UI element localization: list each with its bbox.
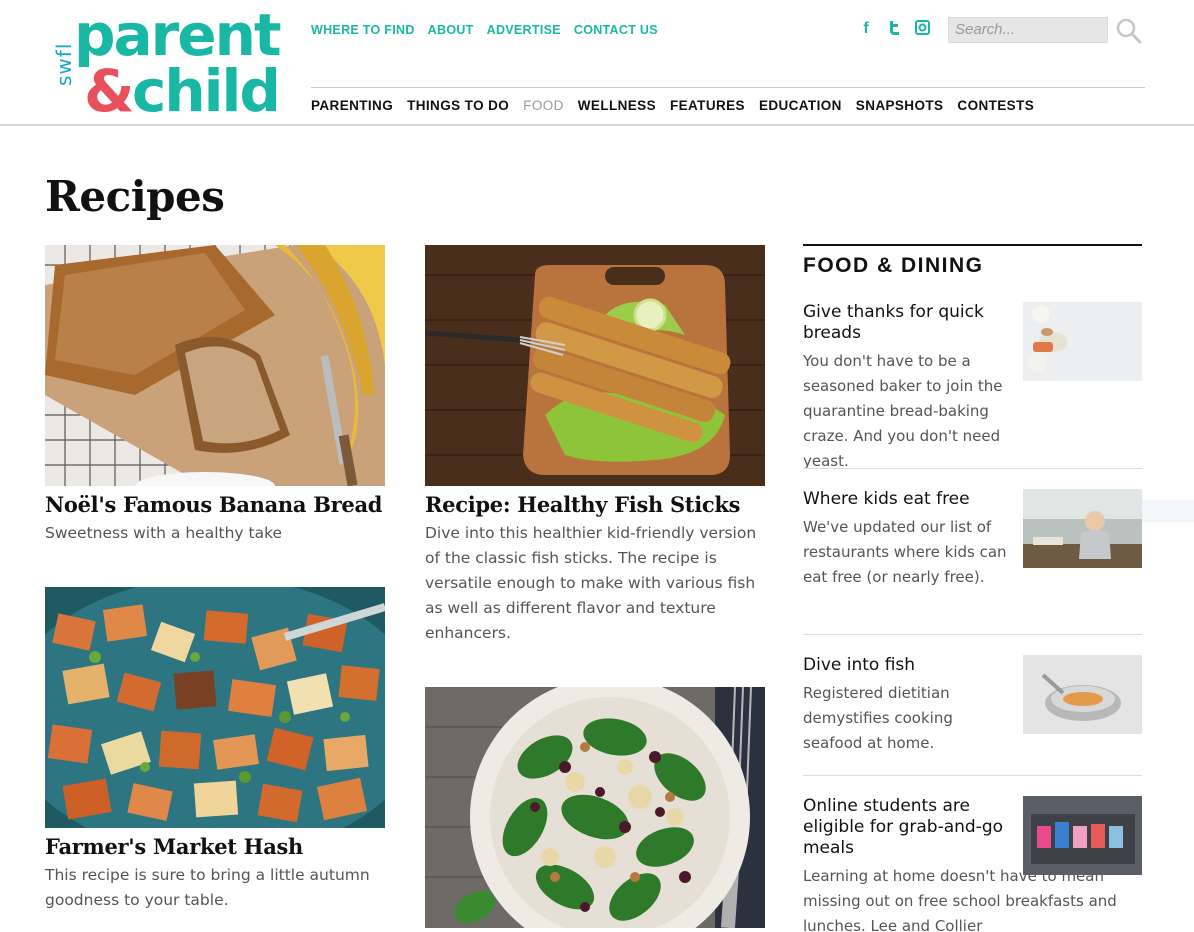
sidebar-top-rule xyxy=(803,244,1142,246)
main-nav-food[interactable]: FOOD xyxy=(523,98,564,113)
top-nav-about[interactable]: ABOUT xyxy=(428,23,474,37)
sidebar-item-title[interactable]: Where kids eat free xyxy=(803,489,1013,510)
recipe-title[interactable]: Recipe: Healthy Fish Sticks xyxy=(425,492,765,517)
main-nav-contests[interactable]: CONTESTS xyxy=(957,98,1034,113)
banana-bread-image[interactable] xyxy=(45,245,385,486)
spinach-salad-image[interactable] xyxy=(425,687,765,928)
floating-tab xyxy=(1142,500,1194,522)
recipe-card[interactable]: Recipe: Healthy Fish Sticks Dive into th… xyxy=(425,245,765,646)
recipe-title[interactable]: Noël's Famous Banana Bread xyxy=(45,492,385,517)
logo-word-child: child xyxy=(132,57,281,125)
logo-word-parent: parent xyxy=(74,1,282,69)
main-nav-education[interactable]: EDUCATION xyxy=(759,98,842,113)
logo-ampersand: & xyxy=(84,57,135,125)
top-nav-contact-us[interactable]: CONTACT US xyxy=(574,23,658,37)
sidebar-item[interactable]: Give thanks for quick breads You don't h… xyxy=(803,302,1142,474)
main-nav-snapshots[interactable]: SNAPSHOTS xyxy=(856,98,944,113)
farmers-market-hash-image[interactable] xyxy=(45,587,385,828)
grab-and-go-meals-thumbnail[interactable] xyxy=(1023,796,1142,875)
sidebar-item[interactable]: Online students are eligible for grab-an… xyxy=(803,796,1142,932)
sidebar-item-title[interactable]: Give thanks for quick breads xyxy=(803,302,1013,344)
sidebar-item[interactable]: Dive into fish Registered dietitian demy… xyxy=(803,655,1142,756)
sidebar-item-description: Registered dietitian demystifies cooking… xyxy=(803,684,953,752)
sidebar-item-title[interactable]: Online students are eligible for grab-an… xyxy=(803,796,1013,859)
twitter-icon[interactable] xyxy=(886,20,902,38)
logo-prefix: swfl xyxy=(52,42,76,86)
sidebar-divider xyxy=(803,775,1142,776)
recipe-card[interactable]: Farmer's Market Hash This recipe is sure… xyxy=(45,587,385,913)
facebook-icon[interactable]: f xyxy=(858,20,874,38)
sidebar-divider xyxy=(803,634,1142,635)
site-logo[interactable]: swfl parent & child xyxy=(48,6,288,125)
main-nav-wellness[interactable]: WELLNESS xyxy=(578,98,656,113)
sidebar-item-title[interactable]: Dive into fish xyxy=(803,655,1013,676)
sidebar-item-description: You don't have to be a seasoned baker to… xyxy=(803,352,1003,470)
main-nav-features[interactable]: FEATURES xyxy=(670,98,745,113)
sidebar-divider xyxy=(803,468,1142,469)
social-links: f xyxy=(858,20,930,38)
baking-ingredients-thumbnail[interactable] xyxy=(1023,302,1142,381)
food-dining-sidebar: FOOD & DINING Give thanks for quick brea… xyxy=(803,244,1142,932)
site-header: swfl parent & child WHERE TO FIND ABOUT … xyxy=(0,0,1194,126)
nav-divider xyxy=(311,87,1145,88)
top-nav-advertise[interactable]: ADVERTISE xyxy=(487,23,561,37)
sidebar-heading: FOOD & DINING xyxy=(803,254,984,277)
page-title: Recipes xyxy=(45,172,225,221)
recipe-description: Dive into this healthier kid-friendly ve… xyxy=(425,524,757,643)
recipe-description: Sweetness with a healthy take xyxy=(45,524,283,543)
main-nav-things-to-do[interactable]: THINGS TO DO xyxy=(407,98,509,113)
recipe-title[interactable]: Farmer's Market Hash xyxy=(45,834,385,859)
kid-at-restaurant-thumbnail[interactable] xyxy=(1023,489,1142,568)
fish-sticks-image[interactable] xyxy=(425,245,765,486)
recipe-card[interactable]: Noël's Famous Banana Bread Sweetness wit… xyxy=(45,245,385,546)
main-nav-parenting[interactable]: PARENTING xyxy=(311,98,393,113)
search-input[interactable]: Search... xyxy=(948,17,1108,43)
instagram-icon[interactable] xyxy=(914,20,930,38)
recipe-card[interactable] xyxy=(425,687,765,928)
search-icon[interactable] xyxy=(1116,18,1142,44)
sidebar-item[interactable]: Where kids eat free We've updated our li… xyxy=(803,489,1142,590)
top-nav: WHERE TO FIND ABOUT ADVERTISE CONTACT US xyxy=(311,23,658,37)
fish-pan-thumbnail[interactable] xyxy=(1023,655,1142,734)
main-nav: PARENTING THINGS TO DO FOOD WELLNESS FEA… xyxy=(311,98,1034,113)
top-nav-where-to-find[interactable]: WHERE TO FIND xyxy=(311,23,415,37)
recipe-description: This recipe is sure to bring a little au… xyxy=(45,866,370,910)
sidebar-item-description: We've updated our list of restaurants wh… xyxy=(803,518,1007,586)
